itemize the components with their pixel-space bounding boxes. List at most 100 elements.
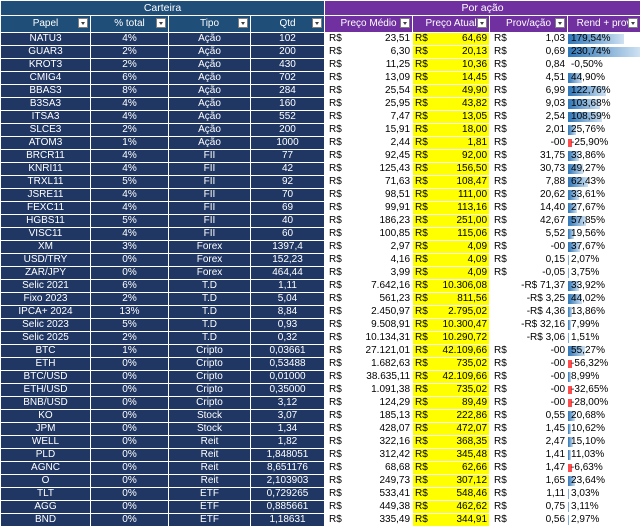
cell-preco-medio[interactable]: R$ 428,07 xyxy=(324,422,414,436)
cell-rend-prov[interactable]: 33,61% xyxy=(567,188,640,202)
cell-tipo[interactable]: Ação xyxy=(168,123,251,137)
cell-qtd[interactable]: 1,848051 xyxy=(249,448,326,462)
cell-tipo[interactable]: Ação xyxy=(168,45,251,59)
cell-qtd[interactable]: 552 xyxy=(249,110,326,124)
cell-rend-prov[interactable]: 3,11% xyxy=(567,500,640,514)
cell-preco-medio[interactable]: R$ 2.450,97 xyxy=(324,305,414,319)
cell-preco-atual[interactable]: R$ 4,09 xyxy=(412,266,491,280)
cell-prov-acao[interactable]: R$ -00 xyxy=(489,240,569,254)
cell-prov-acao[interactable]: R$ 1,41 xyxy=(489,448,569,462)
cell-preco-medio[interactable]: R$ 25,54 xyxy=(324,84,414,98)
cell-pct-total[interactable]: 0% xyxy=(90,370,169,384)
cell-tipo[interactable]: Ação xyxy=(168,97,251,111)
cell-qtd[interactable]: 430 xyxy=(249,58,326,72)
cell-tipo[interactable]: FII xyxy=(168,227,251,241)
cell-pct-total[interactable]: 0% xyxy=(90,253,169,267)
cell-preco-medio[interactable]: R$ 3,99 xyxy=(324,266,414,280)
cell-preco-atual[interactable]: R$ 251,00 xyxy=(412,214,491,228)
cell-papel[interactable]: FEXC11 xyxy=(0,201,91,215)
cell-preco-medio[interactable]: R$ 9.508,91 xyxy=(324,318,414,332)
cell-pct-total[interactable]: 5% xyxy=(90,214,169,228)
cell-preco-atual[interactable]: R$ 735,02 xyxy=(412,357,491,371)
cell-papel[interactable]: AGG xyxy=(0,500,91,514)
cell-tipo[interactable]: Ação xyxy=(168,58,251,72)
cell-tipo[interactable]: FII xyxy=(168,201,251,215)
cell-preco-medio[interactable]: R$ 27.121,01 xyxy=(324,344,414,358)
cell-pct-total[interactable]: 0% xyxy=(90,357,169,371)
cell-prov-acao[interactable]: R$ 9,03 xyxy=(489,97,569,111)
cell-prov-acao[interactable]: R$ 1,47 xyxy=(489,461,569,475)
cell-pct-total[interactable]: 13% xyxy=(90,305,169,319)
cell-tipo[interactable]: Stock xyxy=(168,422,251,436)
cell-qtd[interactable]: 200 xyxy=(249,123,326,137)
cell-tipo[interactable]: Ação xyxy=(168,84,251,98)
cell-prov-acao[interactable]: R$ 2,54 xyxy=(489,110,569,124)
cell-pct-total[interactable]: 5% xyxy=(90,318,169,332)
cell-rend-prov[interactable]: 108,59% xyxy=(567,110,640,124)
cell-pct-total[interactable]: 2% xyxy=(90,331,169,345)
cell-preco-medio[interactable]: R$ 125,43 xyxy=(324,162,414,176)
cell-qtd[interactable]: 40 xyxy=(249,214,326,228)
cell-preco-medio[interactable]: R$ 1.091,38 xyxy=(324,383,414,397)
cell-tipo[interactable]: T.D xyxy=(168,279,251,293)
cell-tipo[interactable]: Reit xyxy=(168,435,251,449)
cell-papel[interactable]: SLCE3 xyxy=(0,123,91,137)
cell-papel[interactable]: GUAR3 xyxy=(0,45,91,59)
cell-qtd[interactable]: 60 xyxy=(249,227,326,241)
cell-pct-total[interactable]: 4% xyxy=(90,32,169,46)
cell-preco-atual[interactable]: R$ 811,56 xyxy=(412,292,491,306)
cell-papel[interactable]: Selic 2021 xyxy=(0,279,91,293)
cell-rend-prov[interactable]: 1,51% xyxy=(567,331,640,345)
cell-pct-total[interactable]: 1% xyxy=(90,344,169,358)
cell-qtd[interactable]: 0,03661 xyxy=(249,344,326,358)
cell-preco-medio[interactable]: R$ 322,16 xyxy=(324,435,414,449)
cell-tipo[interactable]: Cripto xyxy=(168,383,251,397)
cell-rend-prov[interactable]: 33,92% xyxy=(567,279,640,293)
cell-papel[interactable]: BRCR11 xyxy=(0,149,91,163)
cell-preco-atual[interactable]: R$ 368,35 xyxy=(412,435,491,449)
cell-preco-atual[interactable]: R$ 345,48 xyxy=(412,448,491,462)
cell-prov-acao[interactable]: R$ 2,01 xyxy=(489,123,569,137)
cell-prov-acao[interactable]: R$ 1,03 xyxy=(489,32,569,46)
cell-tipo[interactable]: FII xyxy=(168,214,251,228)
cell-qtd[interactable]: 1,34 xyxy=(249,422,326,436)
cell-preco-atual[interactable]: R$ 111,00 xyxy=(412,188,491,202)
cell-preco-atual[interactable]: R$ 13,05 xyxy=(412,110,491,124)
cell-rend-prov[interactable]: 3,75% xyxy=(567,266,640,280)
cell-preco-medio[interactable]: R$ 7,47 xyxy=(324,110,414,124)
cell-pct-total[interactable]: 4% xyxy=(90,188,169,202)
cell-pct-total[interactable]: 4% xyxy=(90,162,169,176)
cell-papel[interactable]: ITSA3 xyxy=(0,110,91,124)
cell-preco-medio[interactable]: R$ 186,23 xyxy=(324,214,414,228)
cell-qtd[interactable]: 0,32 xyxy=(249,331,326,345)
cell-pct-total[interactable]: 0% xyxy=(90,513,169,527)
cell-preco-medio[interactable]: R$ 71,63 xyxy=(324,175,414,189)
cell-prov-acao[interactable]: R$ 1,65 xyxy=(489,474,569,488)
cell-pct-total[interactable]: 0% xyxy=(90,487,169,501)
cell-preco-atual[interactable]: R$ 222,86 xyxy=(412,409,491,423)
cell-qtd[interactable]: 464,44 xyxy=(249,266,326,280)
cell-pct-total[interactable]: 1% xyxy=(90,136,169,150)
cell-pct-total[interactable]: 0% xyxy=(90,422,169,436)
cell-papel[interactable]: ATOM3 xyxy=(0,136,91,150)
cell-prov-acao[interactable]: R$ 7,88 xyxy=(489,175,569,189)
cell-preco-atual[interactable]: R$ 64,69 xyxy=(412,32,491,46)
cell-prov-acao[interactable]: -R$ 3,25 xyxy=(489,292,569,306)
cell-rend-prov[interactable]: 37,67% xyxy=(567,240,640,254)
cell-tipo[interactable]: Reit xyxy=(168,448,251,462)
cell-prov-acao[interactable]: R$ -00 xyxy=(489,357,569,371)
cell-preco-medio[interactable]: R$ 185,13 xyxy=(324,409,414,423)
cell-papel[interactable]: PLD xyxy=(0,448,91,462)
cell-preco-atual[interactable]: R$ 10.300,47 xyxy=(412,318,491,332)
cell-prov-acao[interactable]: R$ 20,62 xyxy=(489,188,569,202)
cell-qtd[interactable]: 3,07 xyxy=(249,409,326,423)
cell-pct-total[interactable]: 6% xyxy=(90,279,169,293)
cell-rend-prov[interactable]: -25,90% xyxy=(567,136,640,150)
cell-preco-medio[interactable]: R$ 68,68 xyxy=(324,461,414,475)
cell-preco-atual[interactable]: R$ 49,90 xyxy=(412,84,491,98)
cell-prov-acao[interactable]: R$ 2,47 xyxy=(489,435,569,449)
cell-prov-acao[interactable]: R$ 1,11 xyxy=(489,487,569,501)
cell-preco-medio[interactable]: R$ 312,42 xyxy=(324,448,414,462)
cell-tipo[interactable]: Ação xyxy=(168,71,251,85)
cell-pct-total[interactable]: 2% xyxy=(90,292,169,306)
